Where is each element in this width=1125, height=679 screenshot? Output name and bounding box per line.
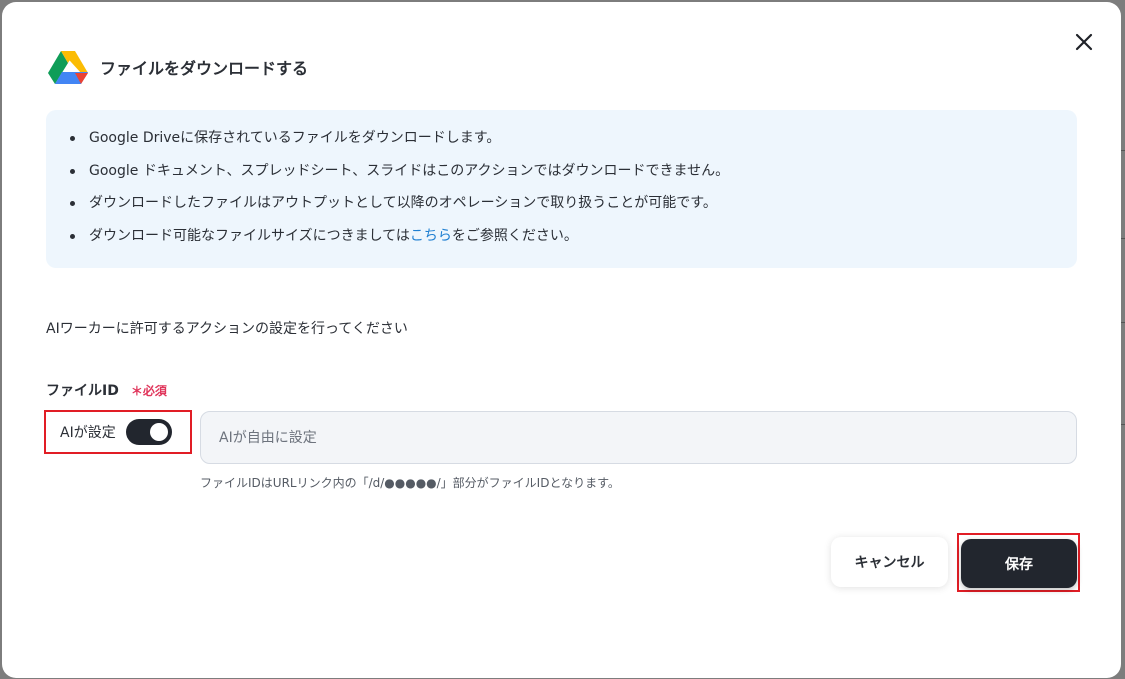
ai-setting-toggle[interactable] (125, 419, 172, 445)
save-button[interactable]: 保存 (961, 539, 1077, 588)
instruction-text: AIワーカーに許可するアクションの設定を行ってください (46, 321, 408, 337)
file-id-label: ファイルID ＊必須 (46, 380, 167, 400)
info-item: ダウンロードしたファイルはアウトプットとして以降のオペレーションで取り扱うことが… (68, 193, 1057, 213)
info-item-file-size: ダウンロード可能なファイルサイズにつきましてはこちらをご参照ください。 (68, 226, 1057, 246)
file-id-input[interactable] (200, 411, 1077, 464)
close-button[interactable] (1070, 28, 1098, 56)
ai-setting-label: AIが設定 (60, 425, 116, 441)
required-badge: ＊必須 (130, 383, 167, 398)
toggle-knob (149, 423, 168, 441)
info-panel: Google Driveに保存されているファイルをダウンロードします。 Goog… (46, 110, 1077, 268)
info-text: ダウンロード可能なファイルサイズにつきましては (89, 227, 410, 244)
dialog-header: ファイルをダウンロードする (48, 50, 308, 84)
save-button-highlight: 保存 (957, 533, 1080, 592)
cancel-button[interactable]: キャンセル (831, 537, 948, 587)
dialog-title: ファイルをダウンロードする (100, 59, 309, 78)
info-item: Google ドキュメント、スプレッドシート、スライドはこのアクションではダウン… (68, 161, 1057, 181)
info-text: をご参照ください。 (451, 227, 578, 244)
info-list: Google Driveに保存されているファイルをダウンロードします。 Goog… (68, 128, 1057, 246)
field-label-text: ファイルID (46, 383, 119, 399)
file-id-helper-text: ファイルIDはURLリンク内の「/d/●●●●●/」部分がファイルIDとなります… (200, 476, 620, 490)
download-file-dialog: ファイルをダウンロードする Google Driveに保存されているファイルをダ… (2, 2, 1121, 678)
google-drive-icon (48, 51, 88, 84)
info-item: Google Driveに保存されているファイルをダウンロードします。 (68, 128, 1057, 148)
ai-setting-toggle-group: AIが設定 (44, 410, 192, 454)
close-icon (1075, 33, 1093, 51)
file-size-link[interactable]: こちら (410, 228, 452, 244)
